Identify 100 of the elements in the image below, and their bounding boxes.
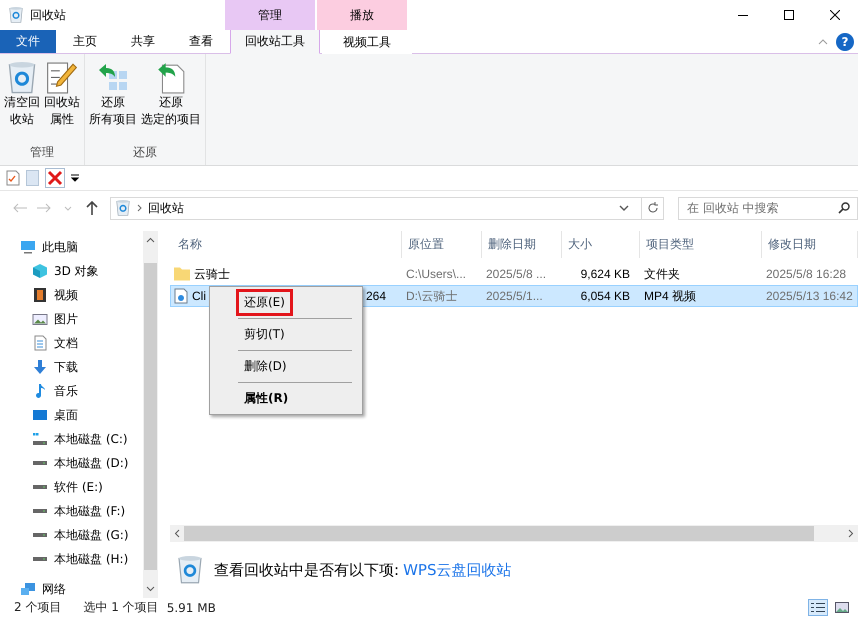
chevron-down-icon: [64, 206, 72, 210]
nav-item[interactable]: 本地磁盘 (D:): [0, 451, 143, 475]
up-arrow-icon: [86, 201, 98, 215]
nav-item[interactable]: 3D 对象: [0, 259, 143, 283]
ribbon-tab[interactable]: 回收站工具: [230, 30, 320, 54]
maximize-icon: [784, 10, 794, 20]
scroll-left-icon: [174, 529, 180, 538]
nav-label: 软件 (E:): [54, 478, 103, 496]
drive-icon: [32, 461, 48, 465]
table-cell-text: 文件夹: [643, 266, 681, 282]
nav-label: 本地磁盘 (H:): [54, 550, 128, 568]
column-header[interactable]: 原位置: [402, 231, 482, 258]
nav-label: 此电脑: [42, 238, 78, 256]
menu-item[interactable]: 属性(R): [212, 385, 360, 412]
ribbon-button[interactable]: 还原 选定的项目: [139, 58, 203, 144]
link[interactable]: WPS云盘回收站: [403, 560, 512, 580]
tab-group-label: 播放: [317, 0, 407, 30]
vertical-scrollbar[interactable]: [143, 231, 158, 598]
table-cell-text: MP4 视频: [643, 288, 698, 304]
ribbon-button[interactable]: 还原 所有项目: [87, 58, 139, 144]
column-header[interactable]: 项目类型: [640, 231, 762, 258]
video-file-icon: [174, 288, 188, 304]
ribbon-button[interactable]: 回收站 属性: [42, 58, 82, 144]
download-arrow-icon: [32, 359, 48, 375]
column-header[interactable]: 大小: [562, 231, 640, 258]
status-text: 2 个项目: [14, 599, 62, 616]
back-arrow-icon: [13, 203, 27, 213]
forward-arrow-icon: [37, 203, 51, 213]
column-header[interactable]: 删除日期: [482, 231, 562, 258]
menu-item[interactable]: 剪切(T): [212, 321, 360, 348]
nav-label: 3D 对象: [54, 262, 99, 280]
help-button[interactable]: ?: [836, 32, 854, 50]
horizontal-scrollbar[interactable]: [170, 525, 858, 542]
picture-icon: [32, 314, 48, 324]
details-view-button[interactable]: [808, 599, 828, 616]
nav-label: 图片: [54, 310, 78, 328]
scroll-right-icon: [848, 529, 854, 538]
document-icon: [32, 335, 48, 351]
table-cell-text: 2025/5/13 16:42: [765, 289, 854, 303]
nav-item[interactable]: 视频: [0, 283, 143, 307]
file-name: 264: [366, 289, 386, 303]
details-list-icon: [811, 603, 825, 612]
table-cell-text: 9,624 KB: [580, 267, 631, 281]
picture-icon: [835, 602, 849, 613]
delete-icon[interactable]: [45, 168, 65, 188]
address-text: 回收站: [148, 200, 185, 216]
table-cell-text: C:\Users\...: [405, 267, 468, 281]
nav-label: 桌面: [54, 406, 78, 424]
nav-item[interactable]: 本地磁盘 (G:): [0, 523, 143, 547]
table-cell-text: D:\云骑士: [405, 288, 458, 304]
nav-item[interactable]: 网络: [0, 577, 143, 601]
scroll-up-icon: [146, 237, 155, 243]
table-cell-text: 6,054 KB: [580, 289, 631, 303]
nav-item[interactable]: 图片: [0, 307, 143, 331]
ribbon-button[interactable]: 清空回 收站: [2, 58, 42, 144]
collapse-ribbon-icon[interactable]: [818, 38, 828, 44]
nav-item[interactable]: 本地磁盘 (C:): [0, 427, 143, 451]
drive-icon: [32, 533, 48, 537]
properties-pencil-icon: [46, 62, 78, 94]
nav-label: 本地磁盘 (G:): [54, 526, 129, 544]
file-row[interactable]: 云骑士 C:\Users\... 2025/5/8 ... 9,624 KB 文件夹 2025/5/8 16:28: [170, 263, 858, 285]
table-cell-text: 2025/5/8 16:28: [765, 267, 848, 281]
nav-label: 网络: [42, 580, 66, 598]
large-icons-view-button[interactable]: [832, 599, 852, 616]
nav-item[interactable]: 下载: [0, 355, 143, 379]
film-icon: [32, 287, 48, 303]
drive-icon: [32, 485, 48, 489]
nav-item[interactable]: 本地磁盘 (F:): [0, 499, 143, 523]
hint-text: 查看回收站中是否有以下项:: [214, 560, 400, 580]
column-header[interactable]: 名称: [178, 231, 402, 258]
search-field[interactable]: 在 回收站 中搜索: [678, 196, 858, 220]
file-name: 云骑士: [194, 266, 230, 282]
close-icon: [830, 10, 840, 20]
menu-item[interactable]: 删除(D): [212, 353, 360, 380]
file-name: Cli: [192, 289, 206, 303]
nav-item[interactable]: 桌面: [0, 403, 143, 427]
table-cell-text: 2025/5/8 ...: [485, 267, 548, 281]
nav-label: 本地磁盘 (C:): [54, 430, 128, 448]
desktop-icon: [32, 410, 48, 420]
group-label: 管理: [29, 144, 55, 161]
nav-item[interactable]: 音乐: [0, 379, 143, 403]
nav-item[interactable]: 文档: [0, 331, 143, 355]
folder-icon: [174, 267, 190, 281]
table-cell-text: 2025/5/1...: [485, 289, 544, 303]
system-drive-icon: [32, 433, 48, 445]
chevron-down-icon: [619, 205, 629, 211]
nav-item[interactable]: 软件 (E:): [0, 475, 143, 499]
status-text: 选中 1 个项目: [83, 599, 159, 616]
column-header[interactable]: 修改日期: [762, 231, 858, 258]
nav-label: 下载: [54, 358, 78, 376]
recycle-bin-icon: [8, 7, 24, 23]
nav-label: 音乐: [54, 382, 78, 400]
nav-label: 文档: [54, 334, 78, 352]
nav-label: 本地磁盘 (D:): [54, 454, 128, 472]
drive-icon: [32, 509, 48, 513]
properties-check-icon[interactable]: [6, 170, 20, 186]
customize-dropdown-icon[interactable]: [71, 174, 79, 182]
nav-item[interactable]: 本地磁盘 (H:): [0, 547, 143, 571]
file-tab[interactable]: 文件: [0, 30, 56, 53]
nav-item[interactable]: 此电脑: [0, 235, 143, 259]
